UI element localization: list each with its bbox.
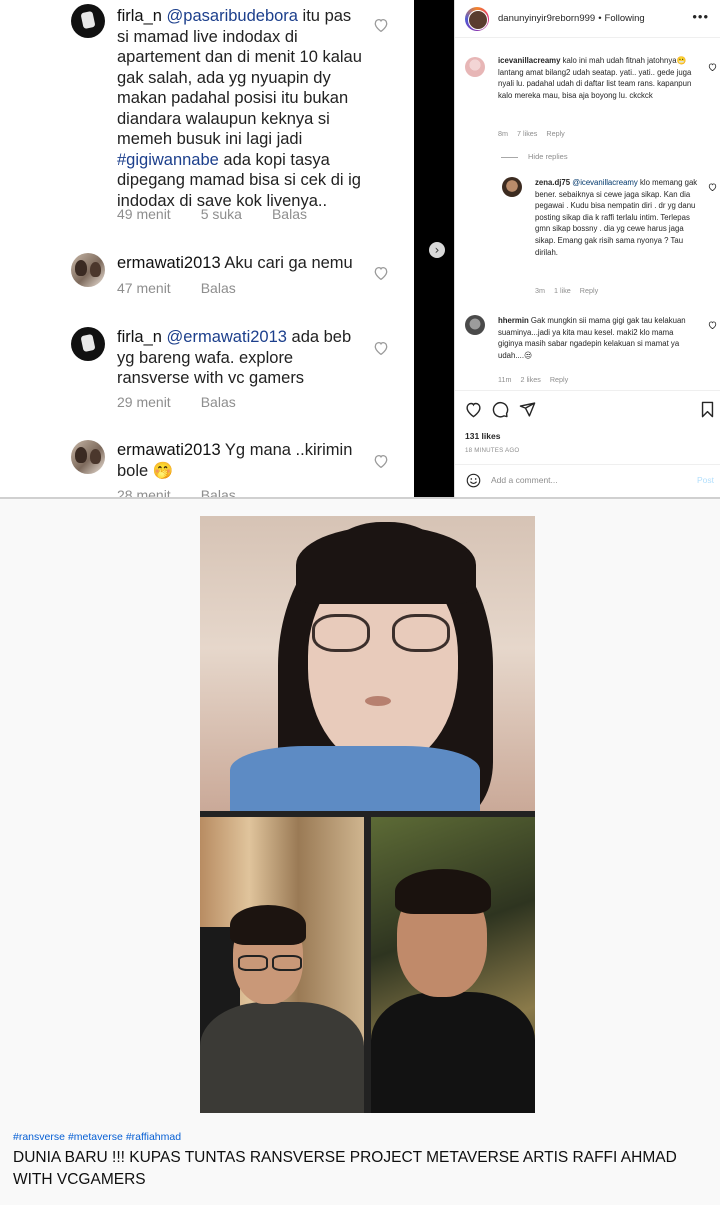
comment-text: ermawati2013 Aku cari ga nemu — [117, 253, 367, 274]
add-comment-bar: Post — [455, 464, 720, 495]
heart-icon[interactable] — [373, 341, 389, 355]
heart-icon[interactable] — [708, 321, 717, 329]
comment-meta: 49 menit 5 suka Balas — [117, 206, 337, 222]
reply-button[interactable]: Balas — [201, 394, 236, 410]
comment-text: icevanillacreamy kalo ini mah udah fitna… — [498, 55, 698, 101]
heart-icon[interactable] — [708, 63, 717, 71]
comment-likes[interactable]: 1 like — [554, 286, 571, 295]
emoji-icon: 😒 — [524, 350, 533, 360]
video-frame-man-glasses — [200, 817, 364, 1113]
comment-username[interactable]: hhermin — [498, 316, 529, 325]
comment-mention[interactable]: @ermawati2013 — [167, 328, 287, 346]
hide-replies-button[interactable]: Hide replies — [501, 152, 568, 161]
comment-body: itu pas si mamad live indodax di apartem… — [117, 7, 362, 148]
hide-replies-label: Hide replies — [528, 152, 568, 161]
hashtag-link[interactable]: #metaverse — [68, 1131, 123, 1143]
video-frame-man — [371, 817, 535, 1113]
hashtag-link[interactable]: #raffiahmad — [126, 1131, 181, 1143]
avatar[interactable] — [465, 57, 485, 77]
hashtag-link[interactable]: #ransverse — [13, 1131, 65, 1143]
reply-button[interactable]: Balas — [201, 487, 236, 497]
comment-body: lantang amat bilang2 udah seatap. yati..… — [498, 67, 692, 100]
comment-time: 29 menit — [117, 394, 171, 410]
comment-time: 47 menit — [117, 280, 171, 296]
comment-likes[interactable]: 7 likes — [517, 129, 537, 138]
comment-likes[interactable]: 2 likes — [520, 375, 540, 384]
video-section: #ransverse #metaverse #raffiahmad DUNIA BA… — [0, 499, 720, 1205]
next-arrow-icon[interactable]: › — [429, 242, 445, 258]
divider-line — [501, 156, 518, 158]
emoji-icon: 😬 — [676, 56, 687, 65]
post-actions: 131 likes 18 MINUTES AGO Post — [455, 390, 720, 494]
share-icon[interactable] — [519, 401, 536, 418]
video-frame-woman — [200, 516, 535, 811]
avatar[interactable] — [71, 4, 105, 38]
heart-icon[interactable] — [373, 454, 389, 468]
comment-username[interactable]: firla_n — [117, 7, 162, 25]
more-options-icon[interactable]: ••• — [692, 9, 709, 24]
separator-dot: • — [598, 13, 602, 24]
comment-username[interactable]: ermawati2013 — [117, 441, 221, 459]
comments-zoom-panel: firla_n @pasaribudebora itu pas si mamad… — [0, 0, 414, 497]
comment-hashtag[interactable]: #gigiwannabe — [117, 151, 219, 169]
reply-button[interactable]: Reply — [580, 286, 598, 295]
comment-text: hhermin Gak mungkin sii mama gigi gak ta… — [498, 315, 700, 361]
author-username[interactable]: danunyinyir9reborn999 — [498, 13, 595, 24]
comment-text: firla_n @ermawati2013 ada beb yg bareng … — [117, 327, 367, 389]
comment-mention[interactable]: @pasaribudebora — [167, 7, 298, 25]
post-header: danunyinyir9reborn999 • Following ••• — [455, 0, 720, 38]
video-title: DUNIA BARU !!! KUPAS TUNTAS RANSVERSE PR… — [13, 1149, 677, 1188]
emoji-icon: 🤭 — [152, 460, 174, 480]
comment-input[interactable] — [491, 472, 681, 488]
video-hashtags: #ransverse #metaverse #raffiahmad — [13, 1131, 184, 1143]
comment-body: Aku cari ga nemu — [220, 254, 353, 272]
comment-likes[interactable]: 5 suka — [201, 206, 242, 222]
comment-text: ermawati2013 Yg mana ..kirimin bole 🤭 — [117, 440, 367, 481]
comment-time: 49 menit — [117, 206, 171, 222]
emoji-icon[interactable] — [466, 473, 481, 488]
comment-time: 28 menit — [117, 487, 171, 497]
following-button[interactable]: Following — [605, 13, 645, 24]
comment-body: kalo ini mah udah fitnah jatohnya — [560, 56, 677, 65]
instagram-post-panel: danunyinyir9reborn999 • Following ••• icev… — [454, 0, 720, 497]
heart-icon[interactable] — [373, 18, 389, 32]
avatar[interactable] — [502, 177, 522, 197]
avatar[interactable] — [71, 253, 105, 287]
comment-time: 8m — [498, 129, 508, 138]
comment-meta: 11m 2 likes Reply — [498, 375, 577, 384]
heart-icon[interactable] — [373, 266, 389, 280]
comment-meta: 8m 7 likes Reply — [498, 129, 574, 138]
comment-meta: 3m 1 like Reply — [535, 286, 607, 295]
comment-username[interactable]: firla_n — [117, 328, 162, 346]
like-heart-icon[interactable] — [465, 401, 482, 418]
post-button[interactable]: Post — [697, 475, 714, 485]
comment-username[interactable]: zena.dj75 — [535, 178, 570, 187]
comment-username[interactable]: ermawati2013 — [117, 254, 221, 272]
comment-meta: 29 menit Balas — [117, 394, 266, 410]
avatar[interactable] — [465, 315, 485, 335]
bookmark-icon[interactable] — [699, 401, 716, 418]
reply-button[interactable]: Balas — [272, 206, 307, 222]
reply-button[interactable]: Reply — [546, 129, 564, 138]
avatar[interactable] — [71, 440, 105, 474]
comment-username[interactable]: icevanillacreamy — [498, 56, 560, 65]
comment-time: 3m — [535, 286, 545, 295]
post-timestamp: 18 MINUTES AGO — [465, 447, 520, 454]
comment-meta: 47 menit Balas — [117, 280, 266, 296]
heart-icon[interactable] — [708, 183, 717, 191]
avatar[interactable] — [465, 7, 489, 31]
comment-icon[interactable] — [492, 401, 509, 418]
reply-button[interactable]: Reply — [550, 375, 568, 384]
video-player[interactable] — [200, 516, 535, 1113]
comment-time: 11m — [498, 375, 512, 384]
comment-meta: 28 menit Balas — [117, 487, 266, 497]
comment-text: zena.dj75 @icevanillacreamy klo memang g… — [535, 177, 701, 258]
comment-text: firla_n @pasaribudebora itu pas si mamad… — [117, 6, 367, 211]
comment-mention[interactable]: @icevanillacreamy — [572, 178, 638, 187]
likes-count[interactable]: 131 likes — [465, 431, 500, 441]
post-author: danunyinyir9reborn999 • Following — [498, 13, 645, 24]
comment-body: klo memang gak bener. sebaiknya si cewe … — [535, 178, 698, 257]
avatar[interactable] — [71, 327, 105, 361]
reply-button[interactable]: Balas — [201, 280, 236, 296]
